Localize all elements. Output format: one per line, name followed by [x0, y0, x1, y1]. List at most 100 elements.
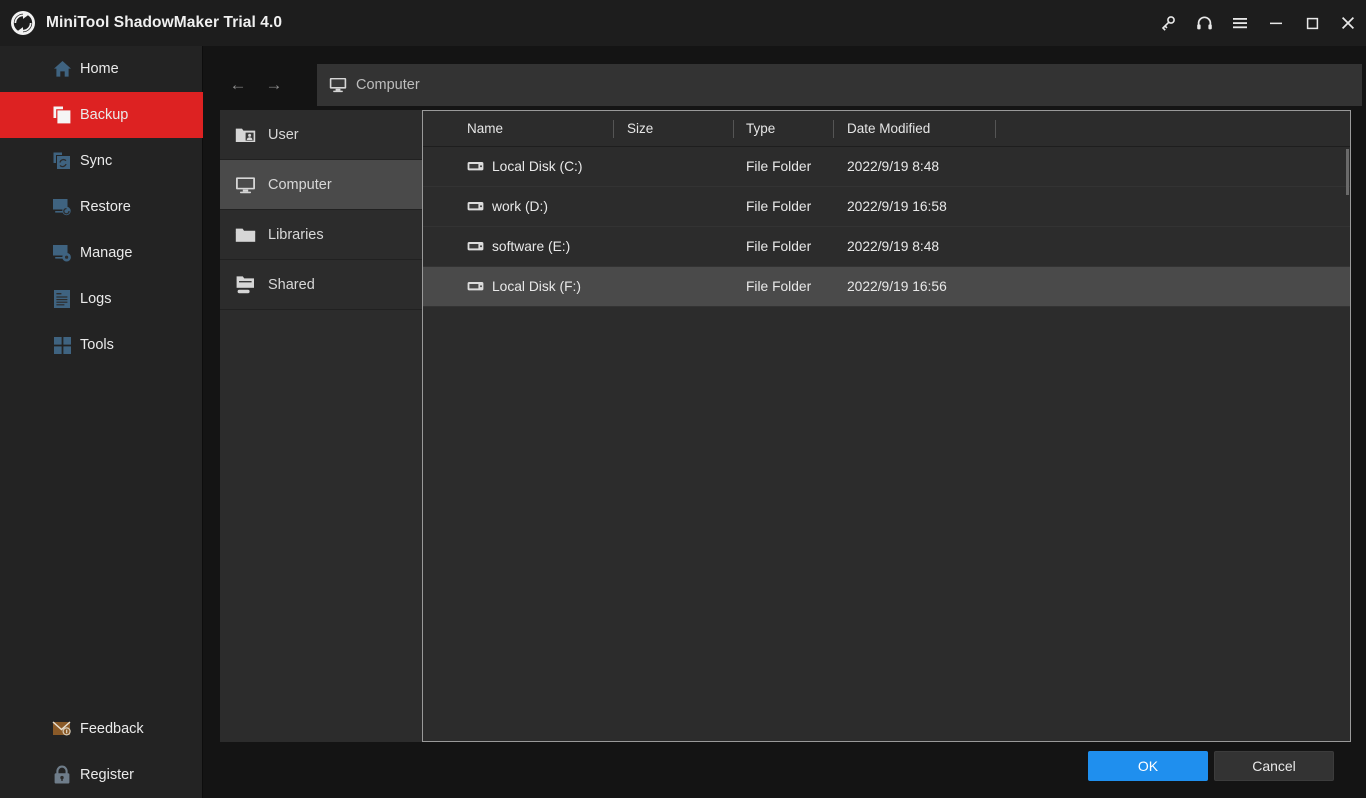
- file-date-cell: 2022/9/19 16:58: [847, 199, 947, 214]
- path-text: Computer: [356, 77, 420, 93]
- sidebar-item-tools[interactable]: Tools: [0, 322, 203, 368]
- tree-item-libraries[interactable]: Libraries: [220, 210, 422, 260]
- tree-item-shared[interactable]: Shared: [220, 260, 422, 310]
- file-type-cell: File Folder: [746, 199, 811, 214]
- shared-folder-icon: [234, 275, 256, 295]
- column-divider[interactable]: [833, 120, 834, 138]
- home-icon: [52, 59, 72, 79]
- column-divider[interactable]: [613, 120, 614, 138]
- sidebar-item-label: Home: [80, 61, 119, 77]
- tree-item-label: User: [268, 127, 299, 143]
- file-name-text: work (D:): [492, 199, 548, 214]
- table-row[interactable]: Local Disk (C:) File Folder 2022/9/19 8:…: [423, 147, 1350, 187]
- minimize-glyph: [1269, 17, 1283, 29]
- sidebar-item-label: Tools: [80, 337, 114, 353]
- sidebar-item-label: Feedback: [80, 721, 144, 737]
- sidebar-bottom-group: Feedback Register: [0, 706, 203, 798]
- file-type-cell: File Folder: [746, 239, 811, 254]
- file-list-scrollbar[interactable]: [1345, 147, 1350, 741]
- hamburger-glyph: [1232, 16, 1248, 30]
- tree-item-label: Computer: [268, 177, 332, 193]
- file-type-cell: File Folder: [746, 279, 811, 294]
- column-header-name[interactable]: Name: [467, 121, 503, 136]
- app-window: MiniTool ShadowMaker Trial 4.0: [0, 0, 1366, 798]
- backup-icon: [52, 105, 72, 125]
- sidebar-item-backup[interactable]: Backup: [0, 92, 203, 138]
- app-logo: [0, 0, 46, 46]
- file-list-panel: Name Size Type Date Modified: [422, 110, 1351, 742]
- sidebar-item-label: Manage: [80, 245, 132, 261]
- sidebar-item-label: Register: [80, 767, 134, 783]
- path-bar-row: ← → Computer: [220, 64, 1351, 106]
- tree-item-label: Shared: [268, 277, 315, 293]
- minimize-button[interactable]: [1258, 0, 1294, 46]
- tree-item-label: Libraries: [268, 227, 324, 243]
- headset-glyph: [1196, 15, 1213, 31]
- tree-item-computer[interactable]: Computer: [220, 160, 422, 210]
- maximize-button[interactable]: [1294, 0, 1330, 46]
- tools-icon: [52, 335, 72, 355]
- title-bar: MiniTool ShadowMaker Trial 4.0: [0, 0, 1366, 46]
- sidebar-item-sync[interactable]: Sync: [0, 138, 203, 184]
- tree-item-user[interactable]: User: [220, 110, 422, 160]
- file-list-header: Name Size Type Date Modified: [423, 111, 1350, 147]
- column-divider[interactable]: [995, 120, 996, 138]
- sidebar-item-register[interactable]: Register: [0, 752, 203, 798]
- sync-icon: [52, 151, 72, 171]
- sidebar-item-manage[interactable]: Manage: [0, 230, 203, 276]
- table-row[interactable]: software (E:) File Folder 2022/9/19 8:48: [423, 227, 1350, 267]
- column-header-date[interactable]: Date Modified: [847, 121, 930, 136]
- hard-drive-icon: [467, 241, 484, 252]
- file-list-rows: Local Disk (C:) File Folder 2022/9/19 8:…: [423, 147, 1350, 741]
- file-date-cell: 2022/9/19 16:56: [847, 279, 947, 294]
- file-name-text: Local Disk (F:): [492, 279, 581, 294]
- forward-button[interactable]: →: [256, 67, 292, 103]
- column-header-size[interactable]: Size: [627, 121, 653, 136]
- file-date-cell: 2022/9/19 8:48: [847, 239, 939, 254]
- file-date-cell: 2022/9/19 8:48: [847, 159, 939, 174]
- back-button[interactable]: ←: [220, 67, 256, 103]
- sidebar-item-feedback[interactable]: Feedback: [0, 706, 203, 752]
- path-input[interactable]: Computer: [317, 64, 1362, 106]
- column-header-type[interactable]: Type: [746, 121, 775, 136]
- hard-drive-icon: [467, 161, 484, 172]
- menu-icon[interactable]: [1222, 0, 1258, 46]
- sidebar-item-restore[interactable]: Restore: [0, 184, 203, 230]
- app-title: MiniTool ShadowMaker Trial 4.0: [46, 14, 282, 32]
- logs-icon: [52, 289, 72, 309]
- table-row[interactable]: Local Disk (F:) File Folder 2022/9/19 16…: [423, 267, 1350, 307]
- sidebar-item-label: Backup: [80, 107, 128, 123]
- restore-icon: [52, 197, 72, 217]
- sidebar: Home Backup Sync: [0, 46, 203, 798]
- window-controls: [1150, 0, 1366, 46]
- location-tree: User Computer: [220, 110, 422, 742]
- file-name-cell: Local Disk (C:): [467, 159, 582, 174]
- sidebar-item-logs[interactable]: Logs: [0, 276, 203, 322]
- manage-icon: [52, 243, 72, 263]
- lock-icon: [52, 765, 72, 785]
- key-glyph: [1160, 15, 1176, 31]
- table-row[interactable]: work (D:) File Folder 2022/9/19 16:58: [423, 187, 1350, 227]
- ok-button[interactable]: OK: [1088, 751, 1208, 781]
- file-name-cell: Local Disk (F:): [467, 279, 581, 294]
- key-icon[interactable]: [1150, 0, 1186, 46]
- column-divider[interactable]: [733, 120, 734, 138]
- maximize-glyph: [1306, 17, 1319, 30]
- hard-drive-icon: [467, 281, 484, 292]
- scrollbar-thumb[interactable]: [1346, 149, 1349, 195]
- file-name-cell: software (E:): [467, 239, 570, 254]
- file-name-cell: work (D:): [467, 199, 548, 214]
- computer-monitor-icon: [234, 175, 256, 195]
- headset-icon[interactable]: [1186, 0, 1222, 46]
- sidebar-item-home[interactable]: Home: [0, 46, 203, 92]
- computer-monitor-icon: [329, 77, 347, 93]
- cancel-button[interactable]: Cancel: [1214, 751, 1334, 781]
- folder-picker-dialog: ← → Computer: [203, 46, 1366, 798]
- sidebar-item-label: Sync: [80, 153, 112, 169]
- file-name-text: Local Disk (C:): [492, 159, 582, 174]
- sidebar-item-label: Restore: [80, 199, 131, 215]
- user-folder-icon: [234, 125, 256, 145]
- close-button[interactable]: [1330, 0, 1366, 46]
- folder-icon: [234, 225, 256, 245]
- feedback-envelope-icon: [52, 719, 72, 739]
